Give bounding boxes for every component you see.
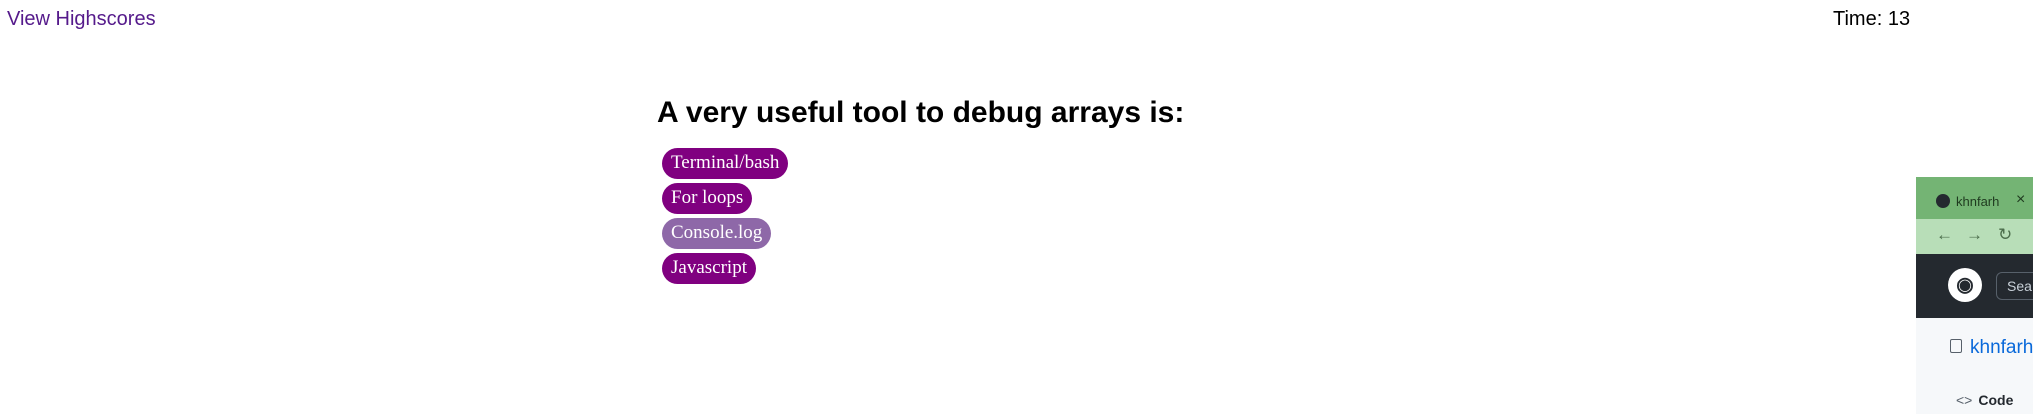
github-logo-icon[interactable]: ◉ (1948, 268, 1982, 302)
forward-arrow-icon[interactable]: → (1966, 225, 1983, 245)
answer-button[interactable]: Javascript (662, 253, 756, 284)
timer: Time: 13 (1833, 8, 1911, 30)
tab-code[interactable]: <> Code (1956, 392, 2013, 408)
tab-title: khnfarh (1956, 194, 2000, 209)
code-icon: <> (1956, 392, 1973, 408)
browser-tab[interactable]: khnfarh (1936, 194, 1999, 209)
github-icon (1936, 194, 1950, 208)
overlay-browser-window[interactable]: khnfarh × ← → ↻ ◉ Sea khnfarh <> Code (1916, 177, 2033, 414)
close-icon[interactable]: × (2016, 191, 2025, 209)
repo-name[interactable]: khnfarh (1970, 337, 2033, 358)
answer-list: Terminal/bash For loops Console.log Java… (657, 148, 1184, 288)
back-arrow-icon[interactable]: ← (1936, 225, 1953, 245)
answer-button[interactable]: For loops (662, 183, 753, 214)
repo-icon (1950, 339, 1962, 353)
quiz-container: A very useful tool to debug arrays is: T… (657, 96, 1184, 288)
question-title: A very useful tool to debug arrays is: (657, 96, 1185, 129)
browser-tab-bar: khnfarh × (1916, 177, 2033, 219)
github-header: ◉ Sea (1916, 254, 2033, 318)
repo-link[interactable]: khnfarh (1950, 337, 2033, 359)
view-highscores-link[interactable]: View Highscores (7, 8, 156, 31)
answer-button[interactable]: Terminal/bash (662, 148, 789, 179)
search-input[interactable]: Sea (1996, 272, 2033, 300)
reload-icon[interactable]: ↻ (1998, 225, 2012, 245)
answer-button[interactable]: Console.log (662, 218, 772, 249)
browser-nav-bar: ← → ↻ (1916, 219, 2033, 254)
code-tab-label: Code (1978, 392, 2014, 408)
